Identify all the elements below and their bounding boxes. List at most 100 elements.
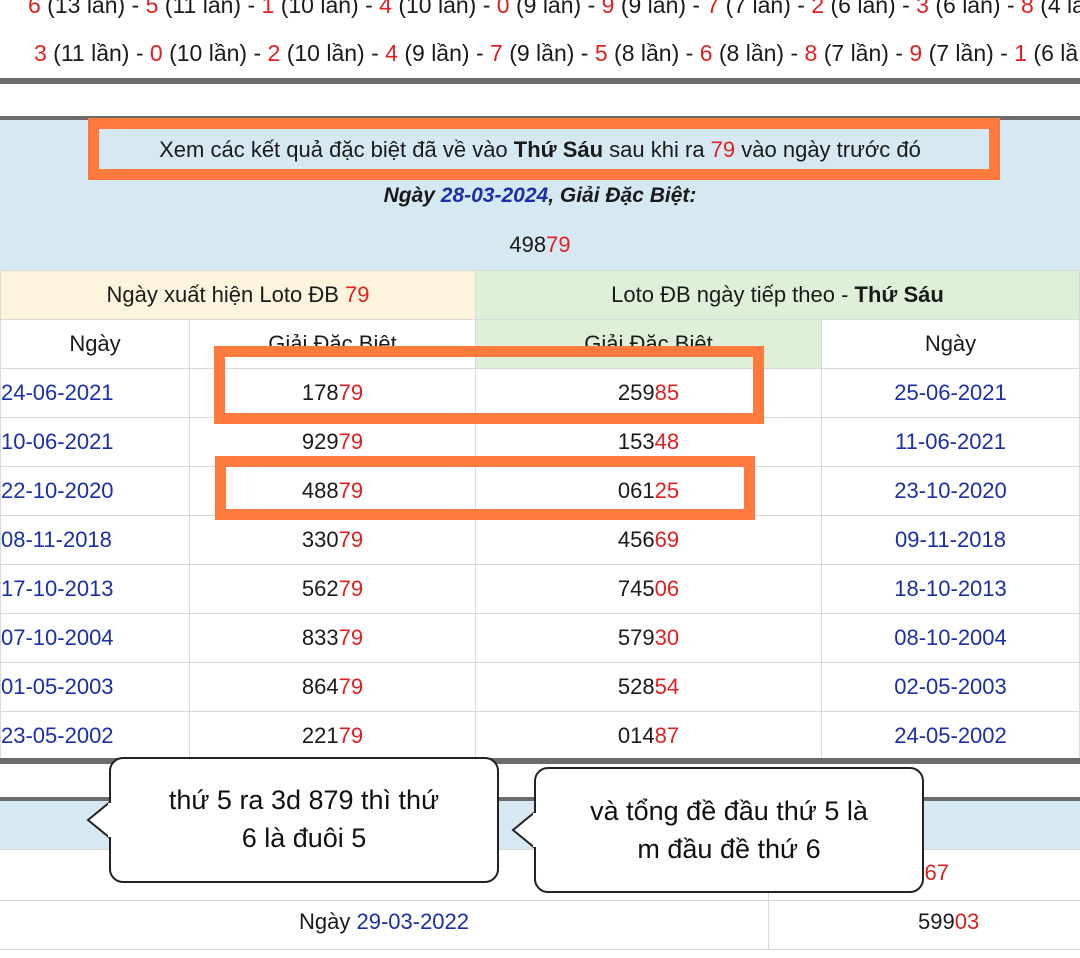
separator: - [364,40,386,66]
frequency-digit: 8 [1021,0,1034,18]
row-date-next[interactable]: 09-11-2018 [821,515,1080,565]
bottom-row-result: 59903 [918,909,980,934]
bottom-row: Ngày 29-03-2022 59903 [0,899,1080,950]
frequency-count: (7 lần) [817,40,889,66]
frequency-digit: 0 [496,0,510,18]
separator: - [1000,0,1022,18]
frequency-digit: 9 [601,0,615,18]
col-header-date-next: Ngày [821,319,1080,369]
result-date[interactable]: 28-03-2024 [441,184,548,207]
separator: - [888,40,910,66]
frequency-digit: 3 [916,0,929,18]
frequency-count: (10 lần) [162,40,248,66]
row-prize-next: 74506 [475,564,822,614]
row-highlight-box [215,456,755,520]
separator: - [129,40,150,66]
row-date[interactable]: 24-06-2021 [0,368,190,418]
row-date[interactable]: 23-05-2002 [0,711,190,761]
frequency-digit: 9 [909,40,923,66]
separator: - [358,0,380,18]
frequency-digit: 5 [145,0,159,18]
table-row: 23-05-2002 22179 01487 24-05-2002 [0,711,1080,761]
row-prize-next: 01487 [475,711,822,761]
separator: - [993,40,1015,66]
frequency-count: (6 lầ [1027,40,1079,66]
frequency-row-2: 3 (11 lần) - 0 (10 lần) - 2 (10 lần) - 4… [34,40,1080,67]
separator: - [784,40,805,66]
row-highlight-box [214,346,764,424]
frequency-digit: 2 [811,0,825,18]
row-date-next[interactable]: 02-05-2003 [821,662,1080,712]
frequency-digit: 3 [34,40,47,66]
row-date-next[interactable]: 25-06-2021 [821,368,1080,418]
frequency-count: (9 lần) [502,40,575,66]
frequency-digit: 7 [706,0,720,18]
frequency-digit: 1 [261,0,275,18]
col-header-date: Ngày [0,319,190,369]
frequency-count: (6 lần) [928,0,1001,18]
frequency-digit: 0 [149,40,163,66]
separator: - [476,0,497,18]
frequency-count: (9 lần) [397,40,470,66]
row-date[interactable]: 01-05-2003 [0,662,190,712]
separator: - [790,0,812,18]
row-date-next[interactable]: 08-10-2004 [821,613,1080,663]
row-date[interactable]: 10-06-2021 [0,417,190,467]
frequency-count: (4 lầ [1033,0,1080,18]
frequency-count: (11 lần) [158,0,242,18]
separator: - [574,40,595,66]
separator: - [581,0,602,18]
row-prize-next: 57930 [475,613,822,663]
frequency-count: (8 lần) [607,40,680,66]
bottom-row-date: Ngày 29-03-2022 [298,909,470,934]
frequency-digit: 6 [28,0,41,18]
frequency-row-1: 6 (13 lần) - 5 (11 lần) - 1 (10 lần) - 4… [28,0,1080,19]
row-date-next[interactable]: 11-06-2021 [821,417,1080,467]
frequency-count: (10 lần) [280,40,365,66]
frequency-digit: 2 [267,40,281,66]
separator: - [679,40,700,66]
frequency-count: (7 lần) [719,0,791,18]
row-prize: 22179 [189,711,476,761]
annotation-bubble-right: và tổng đề đầu thứ 5 là m đầu đề thứ 6 [534,767,924,893]
frequency-count: (13 lần) [40,0,126,18]
row-date[interactable]: 08-11-2018 [0,515,190,565]
bottom-date-link[interactable]: 29-03-2022 [356,909,469,934]
separator: - [247,40,268,66]
row-date-next[interactable]: 23-10-2020 [821,466,1080,516]
row-prize: 86479 [189,662,476,712]
frequency-count: (7 lần) [922,40,994,66]
row-date[interactable]: 07-10-2004 [0,613,190,663]
separator: - [686,0,707,18]
frequency-count: (10 lần) [391,0,477,18]
separator: - [241,0,262,18]
row-date[interactable]: 22-10-2020 [0,466,190,516]
result-date-line: Ngày 28-03-2024, Giải Đặc Biệt: [383,184,697,207]
frequency-digit: 7 [490,40,503,66]
frequency-count: (10 lần) [274,0,359,18]
frequency-count: (9 lần) [509,0,582,18]
separator: - [895,0,917,18]
row-date[interactable]: 17-10-2013 [0,564,190,614]
table-row: 08-11-2018 33079 45669 09-11-2018 [0,515,1080,565]
separator: - [469,40,491,66]
frequency-digit: 8 [804,40,818,66]
table-row: 01-05-2003 86479 52854 02-05-2003 [0,662,1080,712]
frequency-digit: 6 [699,40,713,66]
table-row: 07-10-2004 83379 57930 08-10-2004 [0,613,1080,663]
row-date-next[interactable]: 18-10-2013 [821,564,1080,614]
frequency-digit: 4 [379,0,392,18]
bubble-tail [511,810,537,850]
frequency-count: (8 lần) [712,40,785,66]
frequency-count: (9 lần) [614,0,687,18]
row-prize-next: 45669 [475,515,822,565]
annotation-bubble-left: thứ 5 ra 3d 879 thì thứ 6 là đuôi 5 [109,757,499,883]
table-row: 17-10-2013 56279 74506 18-10-2013 [0,564,1080,614]
title-highlight-box [88,118,1000,180]
left-section-header: Ngày xuất hiện Loto ĐB 79 [0,270,476,320]
row-date-next[interactable]: 24-05-2002 [821,711,1080,761]
special-prize-result: 49879 [509,232,571,257]
right-section-header: Loto ĐB ngày tiếp theo - Thứ Sáu [475,270,1080,320]
frequency-count: (11 lần) [46,40,130,66]
separator: - [125,0,146,18]
